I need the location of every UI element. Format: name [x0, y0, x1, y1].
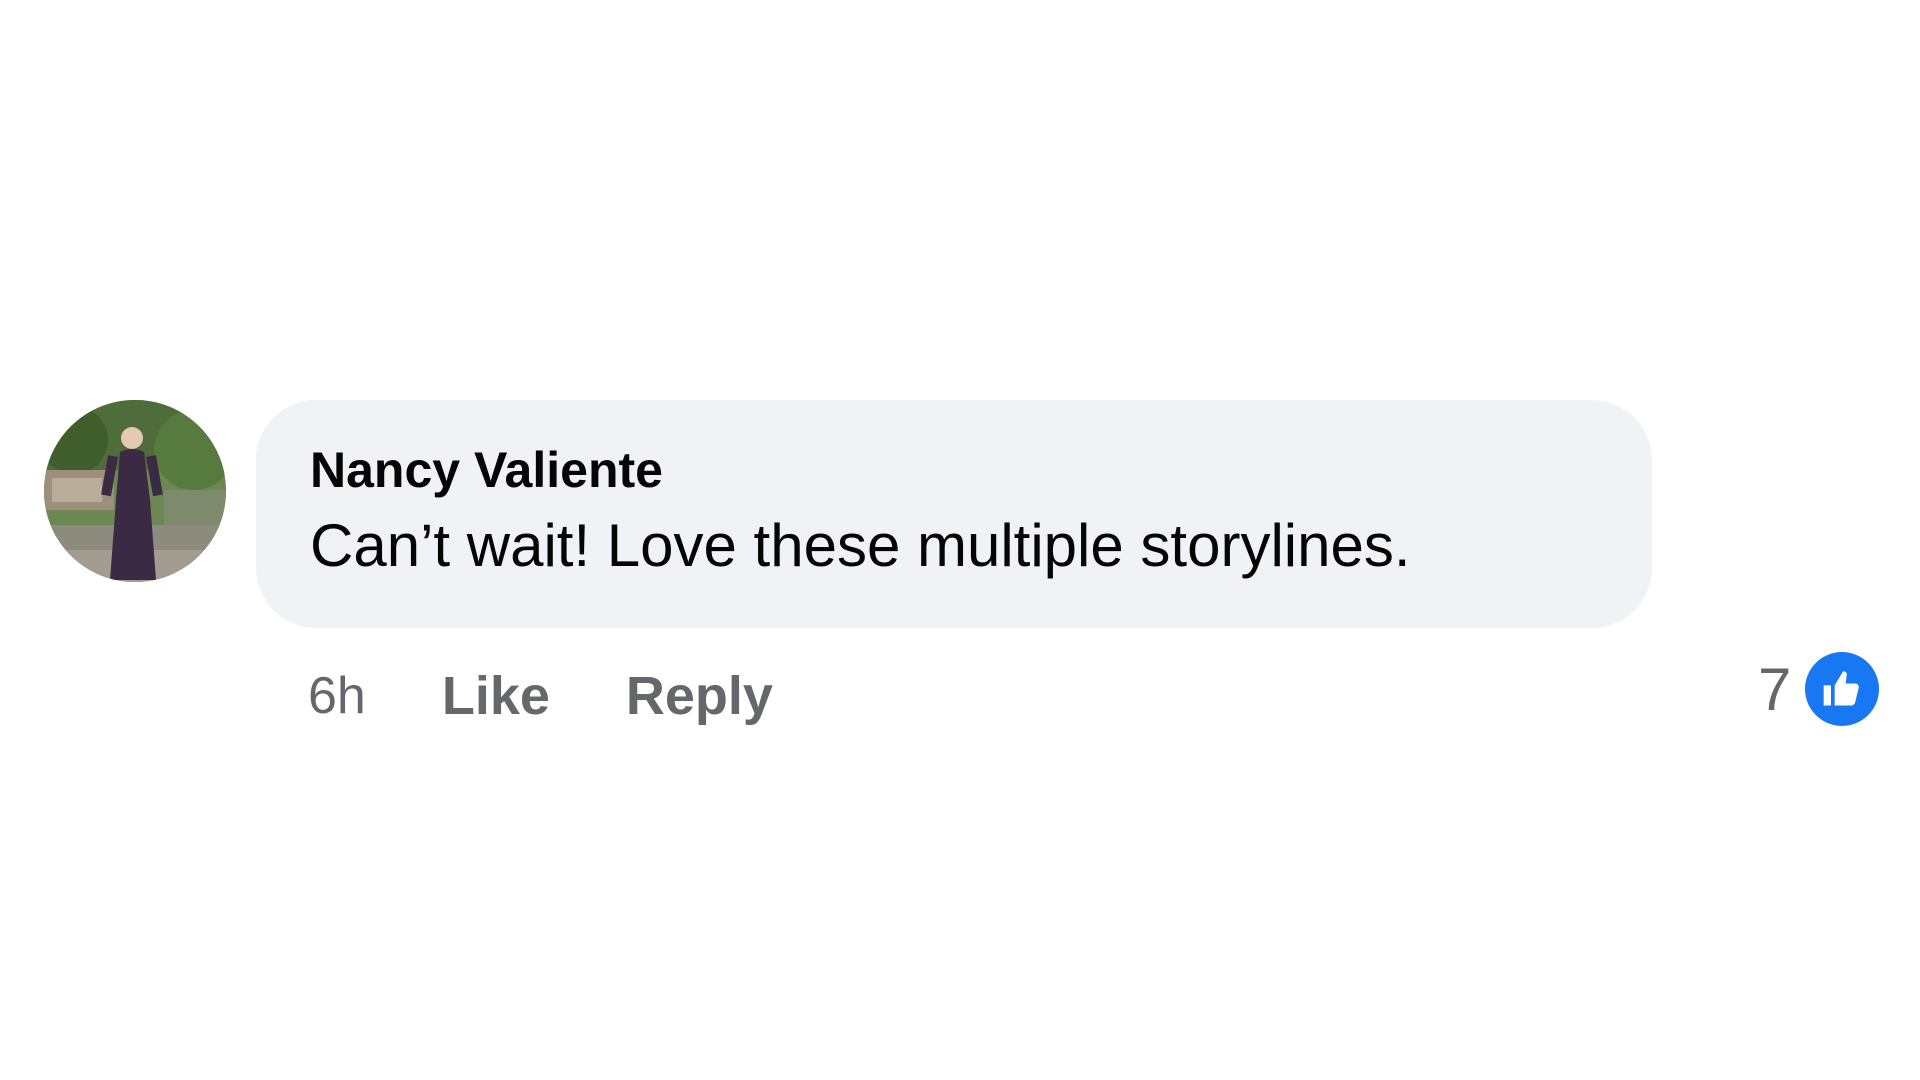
comment-actions: 6h Like Reply	[308, 656, 773, 736]
comment-author[interactable]: Nancy Valiente	[310, 438, 1598, 502]
reply-button[interactable]: Reply	[626, 665, 773, 727]
comment: Nancy Valiente Can’t wait! Love these mu…	[44, 400, 1904, 730]
profile-photo-icon	[44, 400, 226, 582]
like-button[interactable]: Like	[442, 665, 550, 727]
comment-timestamp[interactable]: 6h	[308, 666, 366, 726]
like-reaction-icon	[1805, 652, 1880, 726]
comment-text: Can’t wait! Love these multiple storylin…	[310, 512, 1411, 579]
reaction-count: 7	[1758, 655, 1792, 723]
comment-bubble: Nancy Valiente Can’t wait! Love these mu…	[256, 400, 1652, 628]
reaction-summary[interactable]: 7	[1758, 644, 1880, 734]
avatar[interactable]	[44, 400, 226, 582]
page: Nancy Valiente Can’t wait! Love these mu…	[0, 0, 1920, 1080]
